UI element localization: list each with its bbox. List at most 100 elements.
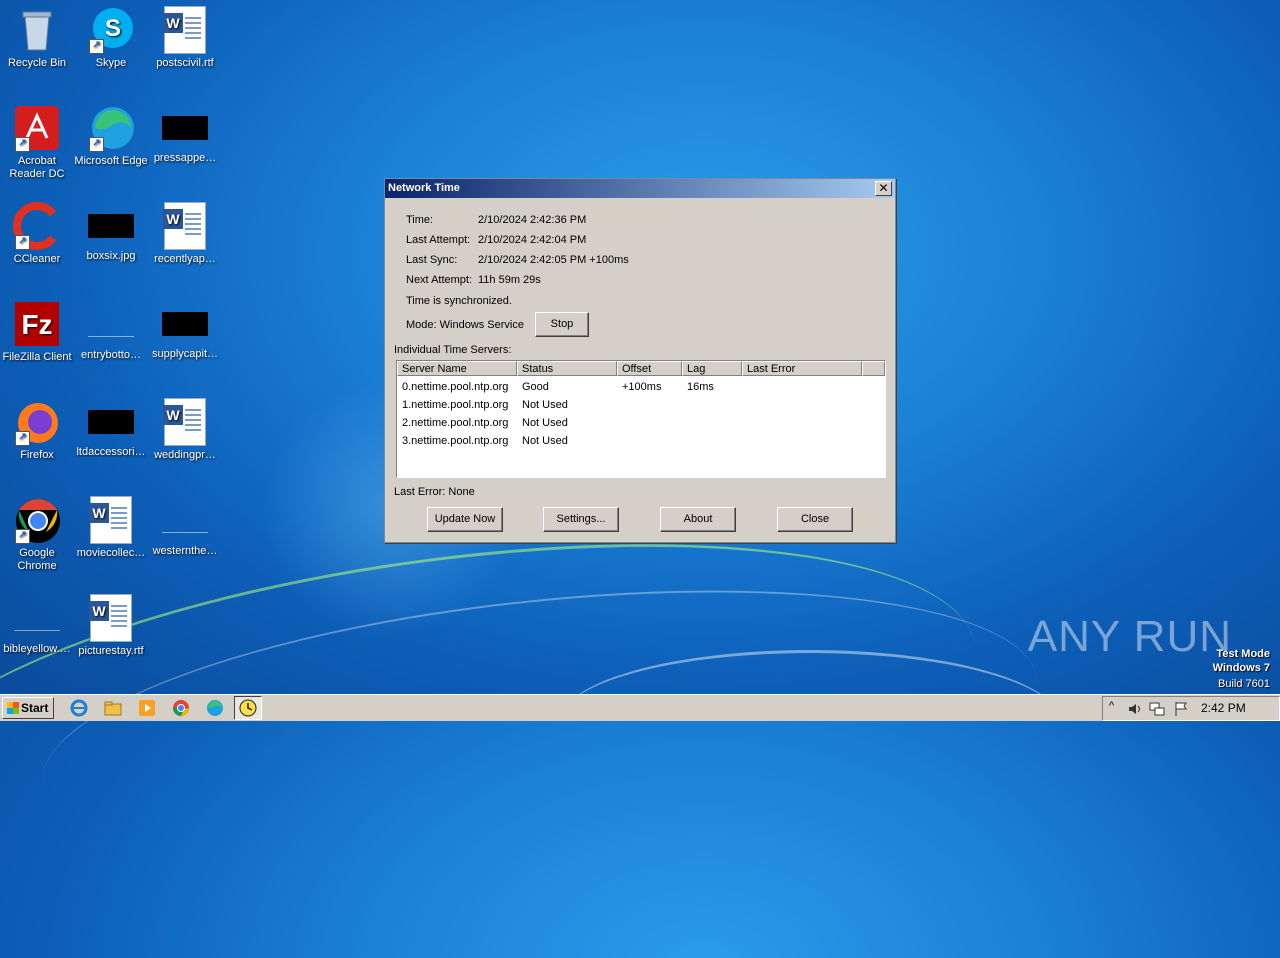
file-thumbnail-icon: [162, 312, 208, 336]
shortcut-arrow-icon: ↗: [15, 137, 30, 152]
time-servers-list[interactable]: Server Name Status Offset Lag Last Error…: [396, 360, 886, 478]
table-row[interactable]: 0.nettime.pool.ntp.org Good +100ms 16ms: [397, 378, 885, 396]
time-value: 2/10/2024 2:42:36 PM: [478, 214, 587, 226]
update-now-button[interactable]: Update Now: [427, 507, 503, 532]
stop-button[interactable]: Stop: [535, 312, 589, 337]
ccleaner-icon: ↗: [13, 202, 61, 250]
desktop-icon-picturestay[interactable]: W picturestay.rtf: [74, 594, 148, 658]
clock[interactable]: 2:42 PM: [1201, 701, 1246, 715]
desktop-icon-ltdaccessori[interactable]: ltdaccessori…: [74, 398, 148, 459]
shortcut-arrow-icon: ↗: [89, 137, 104, 152]
time-label: Time:: [406, 214, 434, 226]
desktop-icon-pressappe[interactable]: pressappe…: [148, 104, 222, 165]
about-button[interactable]: About: [660, 507, 736, 532]
desktop-icon-chrome[interactable]: ↗ Google Chrome: [0, 496, 74, 573]
table-row[interactable]: 2.nettime.pool.ntp.org Not Used: [397, 414, 885, 432]
edge-icon: ↗: [87, 104, 135, 152]
desktop-icon-recentlyap[interactable]: W recentlyap…: [148, 202, 222, 266]
network-time-clock-icon: [239, 699, 257, 717]
filezilla-icon: Fz: [13, 300, 61, 348]
last-sync-label: Last Sync:: [406, 254, 458, 266]
desktop-icon-supplycapit[interactable]: supplycapit…: [148, 300, 222, 361]
last-attempt-value: 2/10/2024 2:42:04 PM: [478, 234, 587, 246]
word-document-icon: W: [87, 594, 135, 642]
list-header: Server Name Status Offset Lag Last Error: [397, 361, 885, 378]
file-thumbnail-icon: [162, 116, 208, 140]
last-error-text: Last Error: None: [394, 486, 475, 498]
file-thumbnail-icon: [162, 508, 208, 533]
taskbar: Start ^ 2:42 PM: [0, 694, 1280, 721]
servers-label: Individual Time Servers:: [394, 344, 512, 356]
settings-button[interactable]: Settings...: [543, 507, 619, 532]
chrome-icon: ↗: [13, 496, 61, 544]
desktop-icon-moviecollec[interactable]: W moviecollec…: [74, 496, 148, 560]
windows-version-label: Windows 7: [1212, 662, 1270, 674]
shortcut-arrow-icon: ↗: [15, 529, 30, 544]
svg-text:S: S: [105, 15, 121, 42]
action-center-flag-icon[interactable]: [1173, 701, 1189, 717]
speaker-icon[interactable]: [1127, 701, 1143, 717]
internet-explorer-icon[interactable]: [70, 699, 88, 717]
desktop-icon-skype[interactable]: S ↗ Skype: [74, 6, 148, 70]
column-header-status[interactable]: Status: [517, 361, 617, 376]
chrome-taskbar-icon[interactable]: [172, 699, 190, 717]
word-document-icon: W: [161, 6, 209, 54]
desktop-icon-acrobat[interactable]: ↗ Acrobat Reader DC: [0, 104, 74, 181]
firefox-icon: ↗: [13, 398, 61, 446]
close-icon[interactable]: ✕: [875, 181, 892, 196]
desktop-icon-ccleaner[interactable]: ↗ CCleaner: [0, 202, 74, 266]
last-sync-row: Last Sync: 2/10/2024 2:42:05 PM +100ms: [406, 254, 629, 266]
desktop-icon-weddingpr[interactable]: W weddingpr…: [148, 398, 222, 462]
network-icon[interactable]: [1149, 701, 1165, 717]
build-label: Build 7601: [1218, 678, 1270, 690]
close-button[interactable]: Close: [777, 507, 853, 532]
media-player-icon[interactable]: [138, 699, 156, 717]
time-row: Time: 2/10/2024 2:42:36 PM: [406, 214, 586, 226]
start-label: Start: [21, 701, 49, 715]
desktop-icon-edge[interactable]: ↗ Microsoft Edge: [74, 104, 148, 168]
skype-icon: S ↗: [87, 6, 135, 54]
desktop-icon-entrybotto[interactable]: entrybotto…: [74, 300, 148, 362]
edge-taskbar-icon[interactable]: [206, 699, 224, 717]
file-thumbnail-icon: [88, 410, 134, 434]
desktop-icon-firefox[interactable]: ↗ Firefox: [0, 398, 74, 462]
start-button[interactable]: Start: [2, 697, 54, 719]
desktop-icon-postscivil[interactable]: W postscivil.rtf: [148, 6, 222, 70]
svg-text:Fz: Fz: [21, 309, 52, 340]
column-header-last-error[interactable]: Last Error: [742, 361, 862, 376]
shortcut-arrow-icon: ↗: [15, 235, 30, 250]
system-tray: ^ 2:42 PM: [1102, 696, 1280, 721]
table-row[interactable]: 3.nettime.pool.ntp.org Not Used: [397, 432, 885, 450]
desktop-icon-bibleyellow[interactable]: bibleyellow.…: [0, 594, 74, 656]
desktop-icon-boxsix[interactable]: boxsix.jpg: [74, 202, 148, 263]
file-thumbnail-icon: [14, 606, 60, 631]
shortcut-arrow-icon: ↗: [89, 39, 104, 54]
word-document-icon: W: [87, 496, 135, 544]
file-thumbnail-icon: [88, 214, 134, 238]
last-attempt-row: Last Attempt: 2/10/2024 2:42:04 PM: [406, 234, 586, 246]
file-thumbnail-icon: [88, 312, 134, 337]
file-explorer-icon[interactable]: [104, 699, 122, 717]
column-header-lag[interactable]: Lag: [682, 361, 742, 376]
anyrun-watermark: ANY RUN: [1027, 612, 1232, 661]
network-time-taskbar-button[interactable]: [234, 696, 262, 720]
column-header-server-name[interactable]: Server Name: [397, 361, 517, 376]
column-header-filler: [862, 361, 885, 376]
table-row[interactable]: 1.nettime.pool.ntp.org Not Used: [397, 396, 885, 414]
desktop-icon-filezilla[interactable]: Fz FileZilla Client: [0, 300, 74, 364]
test-mode-label: Test Mode: [1216, 648, 1270, 660]
column-header-offset[interactable]: Offset: [617, 361, 682, 376]
desktop-icon-westernthe[interactable]: westernthe…: [148, 496, 222, 558]
show-hidden-icons-button[interactable]: ^: [1109, 700, 1114, 712]
mode-text: Mode: Windows Service: [406, 319, 524, 331]
dialog-title: Network Time: [388, 182, 460, 194]
word-document-icon: W: [161, 202, 209, 250]
recycle-bin-icon: [13, 6, 61, 54]
dialog-titlebar[interactable]: Network Time ✕: [385, 179, 895, 198]
next-attempt-label: Next Attempt:: [406, 274, 473, 286]
desktop-icon-recycle-bin[interactable]: Recycle Bin: [0, 6, 74, 70]
next-attempt-row: Next Attempt: 11h 59m 29s: [406, 274, 541, 286]
shortcut-arrow-icon: ↗: [15, 431, 30, 446]
sync-status-text: Time is synchronized.: [406, 295, 512, 307]
network-time-dialog: Network Time ✕ Time: 2/10/2024 2:42:36 PM…: [384, 178, 896, 543]
